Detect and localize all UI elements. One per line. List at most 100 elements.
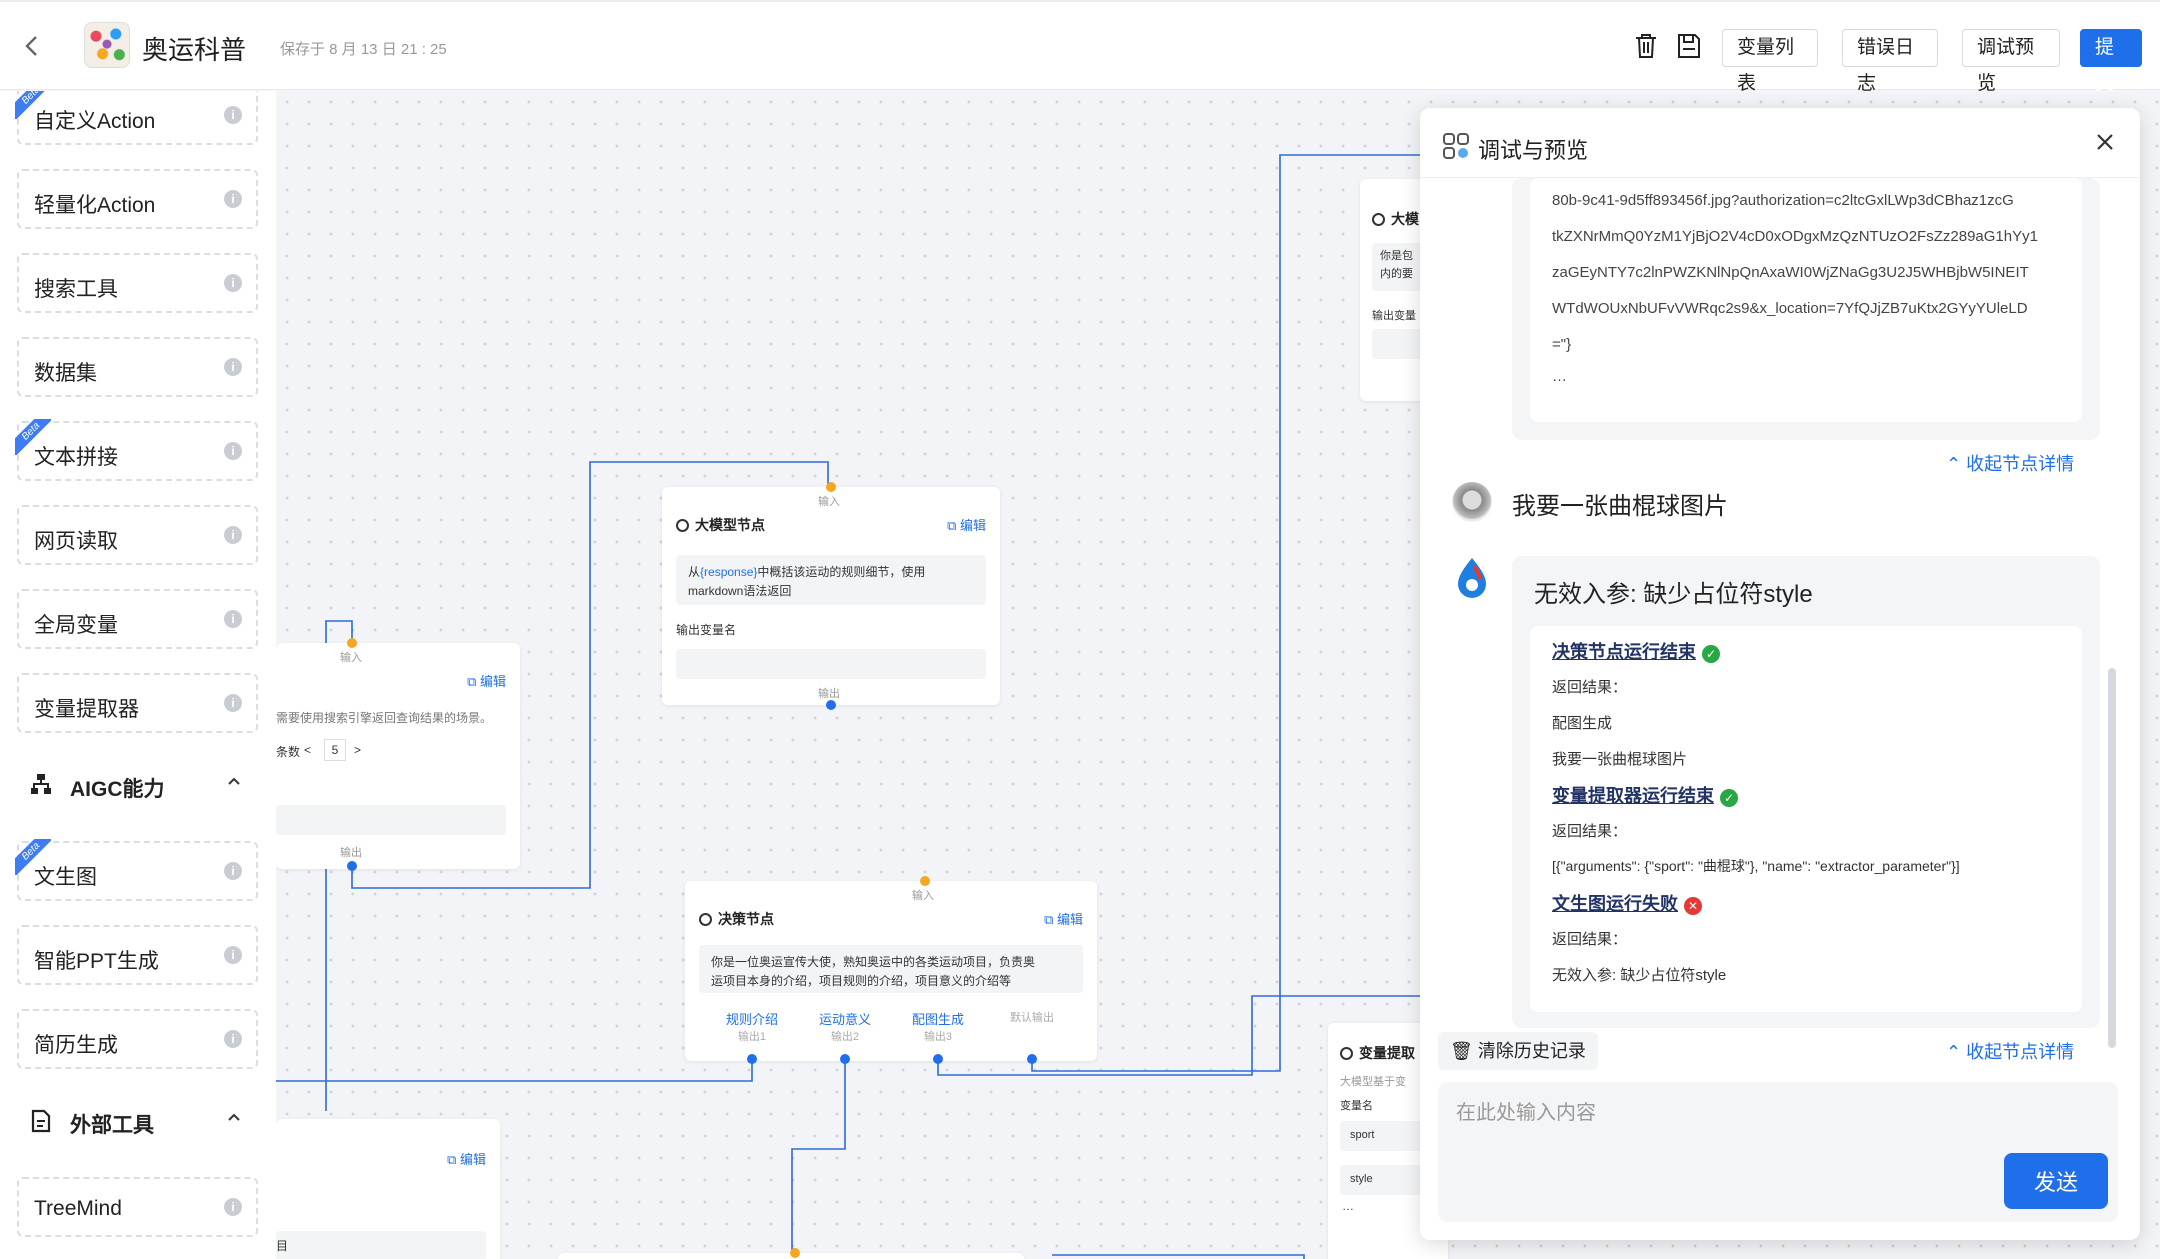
result-line: ="} [1552,336,1572,353]
edit-link[interactable]: ⧉ 编辑 [467,671,506,690]
input-port[interactable] [347,638,357,648]
input-port[interactable] [790,1248,800,1258]
branch-output-3[interactable]: 配图生成 输出3 [893,1009,983,1044]
collapse-details-link-bottom[interactable]: ⌃ 收起节点详情 [1946,1038,2074,1064]
tool-card-dataset[interactable]: 数据集 i [17,337,258,397]
top-header: 奥运科普 保存于 8 月 13 日 21 : 25 变量列表 错误日志 调试预览… [0,0,2160,94]
tool-card-light-action[interactable]: 轻量化Action i [17,169,258,229]
tool-card-treemind[interactable]: TreeMind i [17,1177,258,1237]
chevron-up-icon[interactable] [226,773,242,794]
user-avatar [1452,482,1492,522]
tool-card-custom-action[interactable]: Beta 自定义Action i [15,91,258,145]
save-icon[interactable] [1676,32,1704,62]
section-external[interactable]: 外部工具 [30,1103,250,1143]
output-var-field[interactable] [676,649,986,679]
chevron-up-icon[interactable] [226,1109,242,1130]
output-port[interactable] [347,861,357,871]
previous-node-details: 80b-9c41-9d5ff893456f.jpg?authorization=… [1512,178,2100,440]
output-port-2[interactable] [840,1054,850,1064]
count-next[interactable]: > [354,743,361,757]
branch-default-output[interactable]: 默认输出 [987,1009,1077,1025]
info-icon[interactable]: i [224,862,242,880]
branch-output-2[interactable]: 运动意义 输出2 [800,1009,890,1044]
edit-link[interactable]: ⧉ 编辑 [447,1149,486,1168]
info-icon[interactable]: i [224,610,242,628]
input-port[interactable] [920,876,930,886]
tool-card-var-extractor[interactable]: 变量提取器 i [17,673,258,733]
output-var-label: 输出变量名 [676,623,737,637]
bottom-center-node[interactable] [558,1248,1024,1259]
info-icon[interactable]: i [224,442,242,460]
edit-link[interactable]: ⧉ 编辑 [1044,909,1083,928]
tool-label: 智能PPT生成 [34,950,159,973]
info-icon[interactable]: i [224,526,242,544]
var-value-1: sport [1350,1129,1375,1141]
output-port[interactable] [826,700,836,710]
info-icon[interactable]: i [224,190,242,208]
output-port-default[interactable] [1027,1054,1037,1064]
info-icon[interactable]: i [224,1030,242,1048]
tool-card-resume[interactable]: 简历生成 i [17,1009,258,1069]
search-node[interactable]: 输入 ⧉ 编辑 需要使用搜索引擎返回查询结果的场景。 条数 < 5 > 输出 [276,638,520,871]
tool-card-text-concat[interactable]: Beta 文本拼接 i [15,419,258,481]
info-icon[interactable]: i [224,106,242,124]
output-field[interactable] [276,1231,486,1259]
node-description: 大模型基于变 [1340,1076,1406,1088]
edit-link[interactable]: ⧉ 编辑 [947,515,986,534]
prompt-box[interactable]: 你是一位奥运宣传大使，熟知奥运中的各类运动项目，负责奥 运项目本身的介绍，项目规… [699,945,1083,993]
result-line: WTdWOUxNbUFvVWRqc2s9&x_location=7YfQJjZB… [1552,300,2028,317]
output-field[interactable] [276,805,506,835]
step-title[interactable]: 决策节点运行结束 ✓ [1552,638,1720,664]
step-title[interactable]: 变量提取器运行结束 ✓ [1552,782,1738,808]
llm-node[interactable]: 输入 大模型节点 ⧉ 编辑 从{response}中概括该运动的规则细节，使用 … [662,482,1000,710]
input-label: 输入 [912,890,934,902]
bottom-left-node[interactable]: ⧉ 编辑 目 [276,1119,500,1259]
close-icon[interactable] [2094,128,2116,160]
panel-title: 调试与预览 [1478,138,1589,163]
info-icon[interactable]: i [224,274,242,292]
step-line: [{"arguments": {"sport": "曲棍球"}, "name":… [1552,858,1960,874]
input-port[interactable] [826,482,836,492]
user-message: 我要一张曲棍球图片 [1512,493,1728,520]
app-logo [84,22,130,68]
tool-card-search[interactable]: 搜索工具 i [17,253,258,313]
tool-label: 变量提取器 [34,698,139,721]
chevron-left-icon[interactable] [18,32,46,60]
step-line: 返回结果： [1552,823,1628,840]
submit-button[interactable]: 提交 [2080,29,2142,94]
decision-node[interactable]: 输入 决策节点 ⧉ 编辑 你是一位奥运宣传大使，熟知奥运中的各类运动项目，负责奥… [685,876,1097,1064]
step-line: 返回结果： [1552,679,1628,696]
tool-card-smart-ppt[interactable]: 智能PPT生成 i [17,925,258,985]
count-value[interactable]: 5 [324,739,346,761]
clear-history-button[interactable]: 🗑 清除历史记录 [1438,1032,1598,1070]
edge-branch2 [791,1059,846,1259]
send-button[interactable]: 发送 [2004,1153,2108,1209]
info-icon[interactable]: i [224,946,242,964]
trash-icon[interactable] [1633,32,1661,62]
variable-list-button[interactable]: 变量列表 [1722,29,1818,94]
node-title: 大模 [1372,209,1419,229]
scrollbar-thumb[interactable] [2108,668,2116,1048]
tool-card-web-reader[interactable]: 网页读取 i [17,505,258,565]
branch-output-1[interactable]: 规则介绍 输出1 [707,1009,797,1044]
collapse-details-link[interactable]: ⌃ 收起节点详情 [1946,450,2074,476]
node-title: 决策节点 [699,909,774,929]
section-aigc[interactable]: AIGC能力 [30,767,250,807]
output-port-1[interactable] [747,1054,757,1064]
info-icon[interactable]: i [224,694,242,712]
count-prev[interactable]: < [304,743,311,757]
prompt-box[interactable]: 从{response}中概括该运动的规则细节，使用 markdown语法返回 [676,555,986,605]
info-icon[interactable]: i [224,1198,242,1216]
node-type-icon [676,519,689,532]
tool-card-global-var[interactable]: 全局变量 i [17,589,258,649]
tool-card-text-to-image[interactable]: Beta 文生图 i [15,839,258,901]
info-icon[interactable]: i [224,358,242,376]
output-port-3[interactable] [933,1054,943,1064]
document-icon [30,1109,54,1133]
node-type-icon [1372,213,1385,226]
debug-preview-button[interactable]: 调试预览 [1962,29,2060,94]
step-title[interactable]: 文生图运行失败 ✕ [1552,890,1702,916]
step-line: 无效入参: 缺少占位符style [1552,967,1727,984]
tool-label: 文生图 [34,866,97,889]
error-log-button[interactable]: 错误日志 [1842,29,1938,94]
